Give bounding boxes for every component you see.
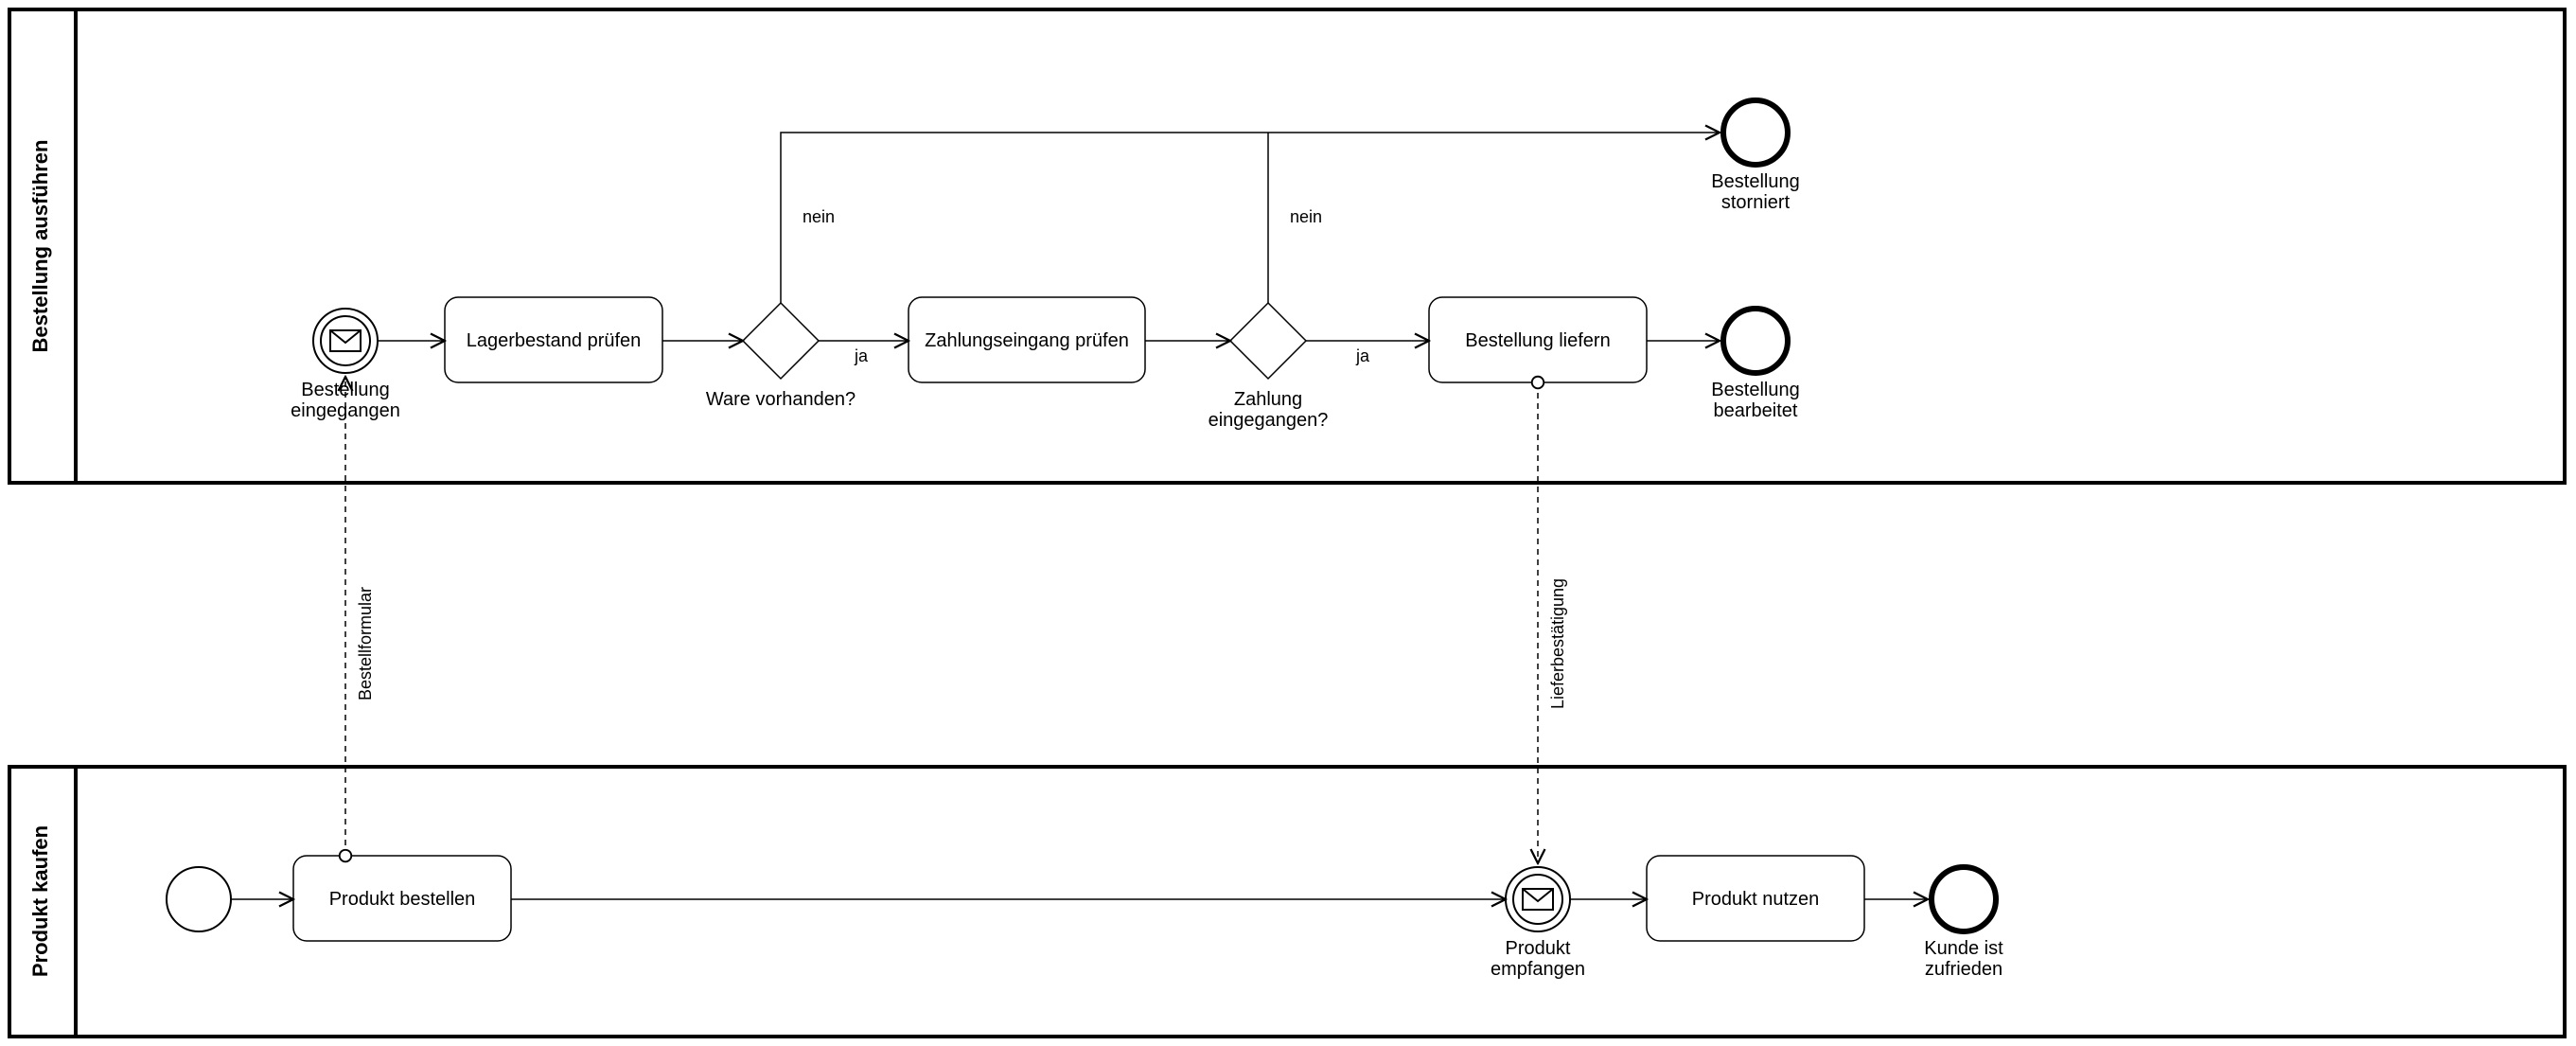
label-yes2: ja (1355, 346, 1370, 365)
svg-text:zufrieden: zufrieden (1925, 959, 2003, 980)
svg-text:Ware vorhanden?: Ware vorhanden? (706, 389, 856, 410)
svg-text:Produkt bestellen: Produkt bestellen (329, 889, 476, 910)
task-order-product: Produkt bestellen (293, 856, 511, 941)
msgflow-delivery-conf-label: Lieferbestätigung (1548, 578, 1567, 709)
task-use-product: Produkt nutzen (1647, 856, 1864, 941)
svg-text:Zahlung: Zahlung (1234, 389, 1302, 410)
task-check-payment: Zahlungseingang prüfen (909, 297, 1145, 382)
pool-top-label: Bestellung ausführen (28, 140, 52, 353)
svg-text:empfangen: empfangen (1491, 959, 1585, 980)
svg-text:Bestellung: Bestellung (1711, 171, 1799, 192)
svg-text:storniert: storniert (1721, 192, 1791, 213)
svg-text:Zahlungseingang prüfen: Zahlungseingang prüfen (925, 330, 1129, 351)
svg-text:eingegangen?: eingegangen? (1209, 410, 1329, 431)
svg-text:Lagerbestand prüfen: Lagerbestand prüfen (467, 330, 642, 351)
svg-text:Produkt: Produkt (1506, 938, 1571, 959)
label-no1: nein (803, 207, 835, 226)
msgflow-order-form-label: Bestellformular (356, 587, 375, 700)
svg-text:Kunde ist: Kunde ist (1924, 938, 2003, 959)
event-start-bottom (167, 867, 231, 931)
label-yes1: ja (854, 346, 869, 365)
task-deliver: Bestellung liefern (1429, 297, 1647, 382)
svg-text:Bestellung liefern: Bestellung liefern (1465, 330, 1610, 351)
pool-bottom-label: Produkt kaufen (28, 825, 52, 977)
label-no2: nein (1290, 207, 1322, 226)
svg-text:Produkt nutzen: Produkt nutzen (1692, 889, 1820, 910)
message-icon (1523, 889, 1553, 910)
message-icon (330, 330, 361, 351)
svg-text:Bestellung: Bestellung (1711, 380, 1799, 400)
svg-text:bearbeitet: bearbeitet (1714, 400, 1798, 421)
task-check-stock: Lagerbestand prüfen (445, 297, 662, 382)
